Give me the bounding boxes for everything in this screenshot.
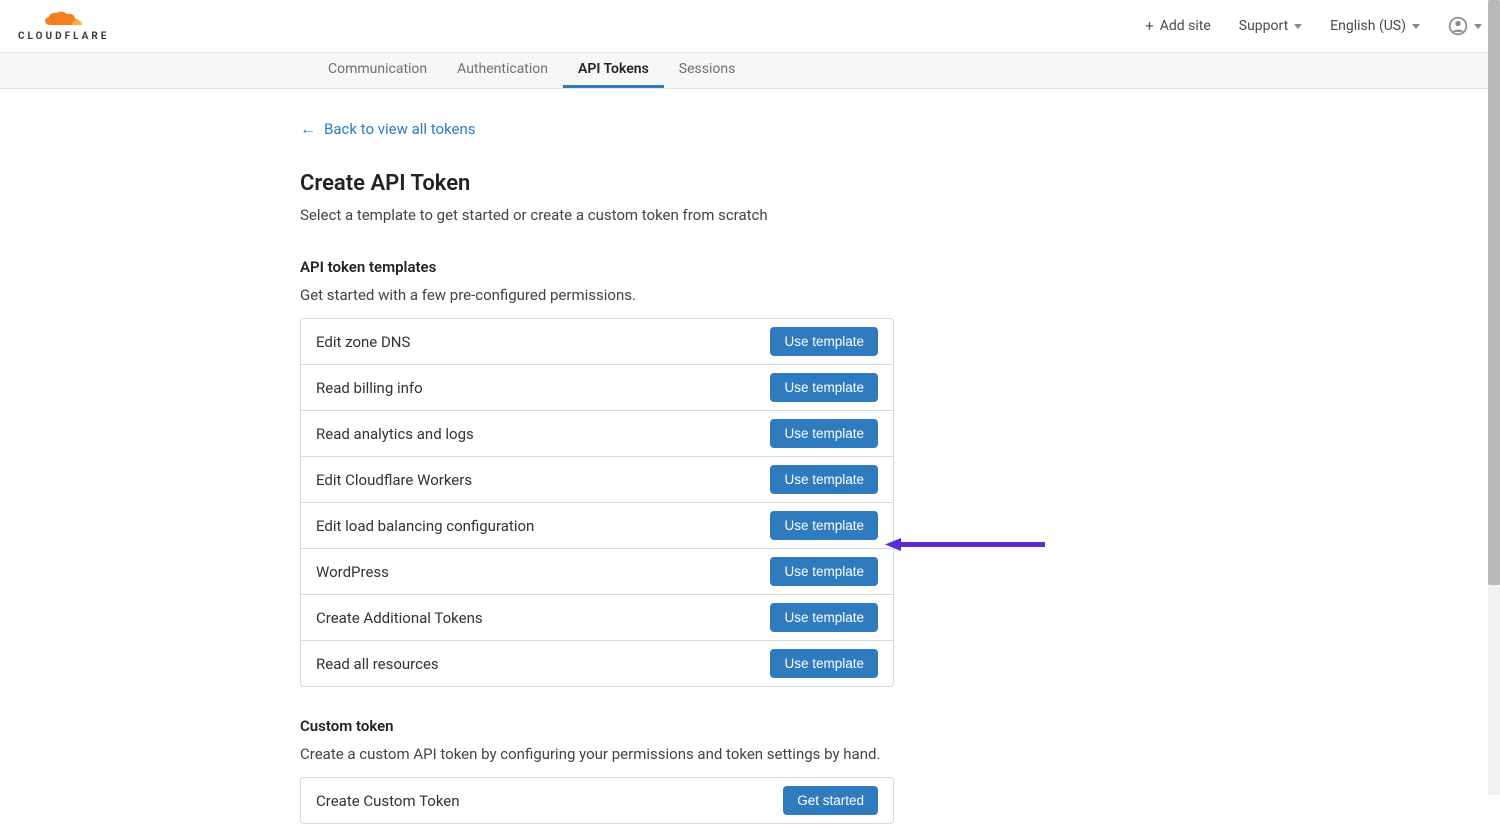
language-label: English (US) — [1330, 18, 1406, 34]
cloud-icon — [44, 11, 84, 29]
chevron-down-icon — [1294, 24, 1302, 29]
chevron-down-icon — [1474, 24, 1482, 29]
tab-communication[interactable]: Communication — [313, 53, 442, 88]
use-template-button[interactable]: Use template — [770, 649, 878, 678]
template-name: Read all resources — [316, 655, 439, 673]
use-template-button[interactable]: Use template — [770, 373, 878, 402]
top-header: CLOUDFLARE + Add site Support English (U… — [0, 0, 1500, 53]
add-site-label: Add site — [1160, 18, 1211, 34]
scrollbar-thumb[interactable] — [1488, 0, 1500, 585]
profile-tabs: Communication Authentication API Tokens … — [0, 53, 1500, 89]
page-subtitle: Select a template to get started or crea… — [300, 206, 900, 224]
tab-label: Authentication — [457, 61, 548, 77]
brand-logo[interactable]: CLOUDFLARE — [18, 11, 109, 42]
tab-label: Communication — [328, 61, 427, 77]
template-row-edit-load-balancing: Edit load balancing configuration Use te… — [301, 503, 893, 549]
template-row-read-all: Read all resources Use template — [301, 641, 893, 686]
scrollbar-track[interactable] — [1488, 0, 1500, 795]
template-name: Create Additional Tokens — [316, 609, 483, 627]
template-name: Edit zone DNS — [316, 333, 410, 351]
use-template-button[interactable]: Use template — [770, 465, 878, 494]
get-started-button[interactable]: Get started — [783, 786, 878, 815]
tab-authentication[interactable]: Authentication — [442, 53, 563, 88]
custom-heading: Custom token — [300, 717, 900, 735]
user-icon — [1448, 16, 1468, 36]
use-template-button[interactable]: Use template — [770, 603, 878, 632]
chevron-down-icon — [1412, 24, 1420, 29]
template-name: Read billing info — [316, 379, 423, 397]
support-menu[interactable]: Support — [1239, 18, 1302, 34]
tab-api-tokens[interactable]: API Tokens — [563, 53, 664, 88]
back-link[interactable]: ← Back to view all tokens — [300, 119, 476, 139]
header-actions: + Add site Support English (US) — [1145, 16, 1482, 36]
annotation-arrow-icon — [885, 537, 1045, 552]
template-row-edit-zone-dns: Edit zone DNS Use template — [301, 319, 893, 365]
add-site-button[interactable]: + Add site — [1145, 18, 1211, 34]
main-content: ← Back to view all tokens Create API Tok… — [0, 89, 900, 824]
custom-token-name: Create Custom Token — [316, 792, 460, 810]
tab-label: Sessions — [679, 61, 736, 77]
brand-name: CLOUDFLARE — [18, 31, 109, 42]
custom-token-list: Create Custom Token Get started — [300, 777, 894, 824]
templates-heading: API token templates — [300, 258, 900, 276]
language-menu[interactable]: English (US) — [1330, 18, 1420, 34]
custom-token-section: Custom token Create a custom API token b… — [300, 717, 900, 824]
template-name: Edit load balancing configuration — [316, 517, 534, 535]
use-template-button[interactable]: Use template — [770, 327, 878, 356]
custom-subtitle: Create a custom API token by configuring… — [300, 745, 900, 763]
tab-sessions[interactable]: Sessions — [664, 53, 751, 88]
tab-label: API Tokens — [578, 61, 649, 77]
use-template-button[interactable]: Use template — [770, 511, 878, 540]
template-name: WordPress — [316, 563, 389, 581]
back-link-label: Back to view all tokens — [324, 120, 476, 138]
template-row-read-billing: Read billing info Use template — [301, 365, 893, 411]
template-row-read-analytics: Read analytics and logs Use template — [301, 411, 893, 457]
template-row-edit-workers: Edit Cloudflare Workers Use template — [301, 457, 893, 503]
page-title: Create API Token — [300, 171, 900, 196]
custom-token-row: Create Custom Token Get started — [301, 778, 893, 823]
account-menu[interactable] — [1448, 16, 1482, 36]
template-row-wordpress: WordPress Use template — [301, 549, 893, 595]
template-name: Edit Cloudflare Workers — [316, 471, 472, 489]
plus-icon: + — [1145, 19, 1154, 34]
template-name: Read analytics and logs — [316, 425, 474, 443]
template-list: Edit zone DNS Use template Read billing … — [300, 318, 894, 687]
template-row-create-additional-tokens: Create Additional Tokens Use template — [301, 595, 893, 641]
use-template-button[interactable]: Use template — [770, 557, 878, 586]
templates-subtitle: Get started with a few pre-configured pe… — [300, 286, 900, 304]
support-label: Support — [1239, 18, 1288, 34]
use-template-button[interactable]: Use template — [770, 419, 878, 448]
arrow-left-icon: ← — [300, 119, 316, 139]
